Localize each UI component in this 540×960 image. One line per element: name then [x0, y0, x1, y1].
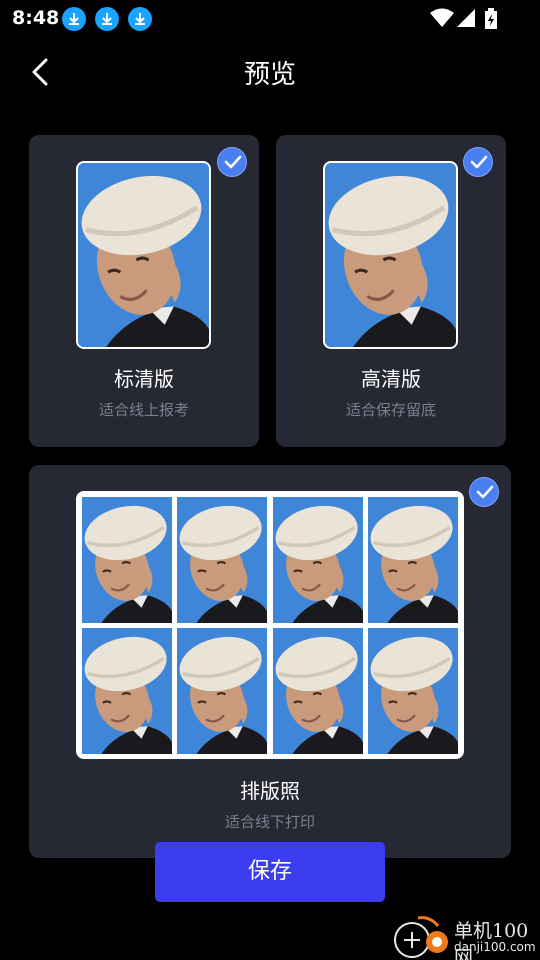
layout-photo [273, 628, 363, 754]
selected-check-icon[interactable] [463, 147, 493, 177]
standard-preview-photo [76, 161, 211, 349]
option-card-standard[interactable]: 标清版 适合线上报考 [29, 135, 259, 447]
layout-sheet-preview [76, 491, 464, 759]
hd-preview-photo [323, 161, 458, 349]
option-card-layout[interactable]: 排版照 适合线下打印 [29, 465, 511, 858]
battery-charging-icon [485, 8, 497, 29]
layout-photo [82, 497, 172, 623]
option-subtitle: 适合保存留底 [345, 401, 436, 419]
watermark-logo-icon [394, 916, 448, 958]
download-notification-icon [62, 7, 86, 31]
layout-photo [82, 628, 172, 754]
layout-photo [177, 628, 267, 754]
wifi-icon [430, 8, 454, 27]
status-bar: 8:48 [0, 0, 540, 36]
top-app-bar: 预览 [0, 40, 540, 102]
download-notification-icon [95, 7, 119, 31]
option-title: 标清版 [114, 367, 174, 391]
selected-check-icon[interactable] [469, 477, 499, 507]
layout-photo [368, 497, 458, 623]
option-card-hd[interactable]: 高清版 适合保存留底 [276, 135, 506, 447]
option-subtitle: 适合线上报考 [98, 401, 189, 419]
layout-photo [368, 628, 458, 754]
layout-photo [273, 497, 363, 623]
save-button[interactable]: 保存 [155, 842, 385, 902]
selected-check-icon[interactable] [217, 147, 247, 177]
page-title: 预览 [243, 60, 296, 90]
cellular-signal-icon [457, 9, 475, 27]
download-notification-icon [128, 7, 152, 31]
status-time: 8:48 [12, 7, 60, 29]
watermark-url: danji100.com [454, 940, 536, 954]
option-title: 排版照 [240, 779, 300, 803]
site-watermark: 单机100网 danji100.com [390, 912, 540, 960]
layout-photo [177, 497, 267, 623]
option-subtitle: 适合线下打印 [224, 813, 315, 831]
option-title: 高清版 [361, 367, 421, 391]
